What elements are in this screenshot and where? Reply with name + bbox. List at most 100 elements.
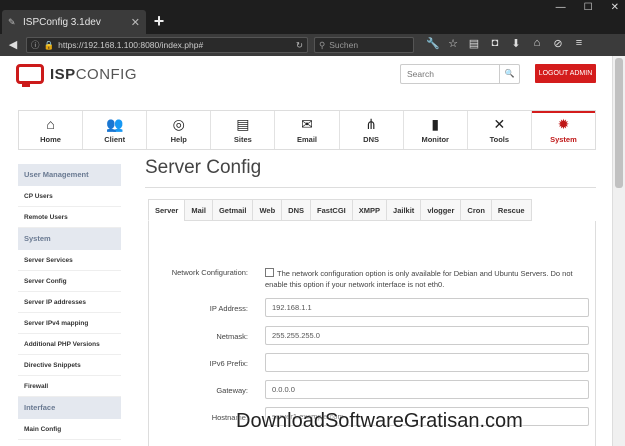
reload-icon[interactable]: ↻ bbox=[296, 40, 303, 51]
tab-mail[interactable]: Mail bbox=[184, 199, 213, 221]
tab-dns[interactable]: DNS bbox=[281, 199, 312, 221]
tab-getmail[interactable]: Getmail bbox=[211, 199, 254, 221]
browser-titlebar: ✎ ISPConfig 3.1dev ✕ + — ☐ ✕ bbox=[0, 0, 625, 34]
sidebar-item-php-versions[interactable]: Additional PHP Versions bbox=[18, 334, 121, 355]
page-scrollbar[interactable] bbox=[612, 56, 625, 446]
module-email[interactable]: ✉ Email bbox=[275, 111, 340, 149]
sidebar-item-firewall[interactable]: Firewall bbox=[18, 376, 121, 397]
netmask-label: Netmask: bbox=[216, 332, 248, 341]
browser-search-placeholder: Suchen bbox=[329, 40, 359, 50]
help-icon: ◎ bbox=[172, 116, 185, 132]
ipv6-prefix-label: IPv6 Prefix: bbox=[209, 359, 248, 368]
module-home[interactable]: ⌂ Home bbox=[19, 111, 84, 149]
browser-tab[interactable]: ✎ ISPConfig 3.1dev ✕ bbox=[2, 10, 146, 34]
module-label: System bbox=[550, 135, 577, 144]
module-label: DNS bbox=[363, 135, 380, 144]
module-label: Client bbox=[104, 135, 126, 144]
module-label: Sites bbox=[233, 135, 252, 144]
maximize-button[interactable]: ☐ bbox=[584, 2, 593, 13]
logout-button[interactable]: LOGOUT ADMIN bbox=[535, 64, 596, 83]
reading-list-icon[interactable]: ▤ bbox=[468, 37, 480, 50]
module-tools[interactable]: ✕ Tools bbox=[468, 111, 532, 149]
sidebar-item-server-services[interactable]: Server Services bbox=[18, 250, 121, 271]
tab-title: ISPConfig 3.1dev bbox=[23, 16, 101, 28]
network-config-description: The network configuration option is only… bbox=[265, 269, 573, 289]
download-icon[interactable]: ⬇ bbox=[510, 37, 522, 50]
logo-text: ISPCONFIG bbox=[50, 65, 138, 83]
ispconfig-logo[interactable]: ISPCONFIG bbox=[16, 64, 138, 87]
config-tabs: Server Mail Getmail Web DNS FastCGI XMPP… bbox=[148, 199, 532, 221]
address-bar[interactable]: ⓘ 🔒 https://192.168.1.100:8080/index.php… bbox=[26, 37, 308, 53]
menu-hamburger-icon[interactable]: ≡ bbox=[573, 37, 585, 50]
sidebar: User Management CP Users Remote Users Sy… bbox=[18, 164, 121, 440]
sidebar-item-remote-users[interactable]: Remote Users bbox=[18, 207, 121, 228]
module-label: Help bbox=[170, 135, 187, 144]
pocket-icon[interactable]: ◘ bbox=[489, 37, 501, 50]
window-controls: — ☐ ✕ bbox=[556, 2, 619, 13]
gateway-label: Gateway: bbox=[216, 386, 248, 395]
tab-jailkit[interactable]: Jailkit bbox=[386, 199, 422, 221]
tab-close-icon[interactable]: ✕ bbox=[131, 16, 140, 29]
module-monitor[interactable]: ▮ Monitor bbox=[404, 111, 468, 149]
monitor-icon: ▮ bbox=[431, 116, 440, 132]
lock-warning-icon[interactable]: 🔒 bbox=[44, 40, 55, 51]
system-icon: ✹ bbox=[557, 116, 570, 132]
module-client[interactable]: 👥 Client bbox=[83, 111, 148, 149]
favicon-icon: ✎ bbox=[8, 17, 16, 27]
search-button[interactable]: 🔍 bbox=[499, 65, 519, 83]
sidebar-item-main-config[interactable]: Main Config bbox=[18, 419, 121, 440]
window-close-button[interactable]: ✕ bbox=[611, 2, 619, 13]
sidebar-item-directive-snippets[interactable]: Directive Snippets bbox=[18, 355, 121, 376]
module-system[interactable]: ✹ System bbox=[531, 111, 595, 149]
bookmark-star-icon[interactable]: ☆ bbox=[447, 37, 459, 50]
sidebar-item-server-config[interactable]: Server Config bbox=[18, 271, 121, 292]
module-sites[interactable]: ▤ Sites bbox=[211, 111, 276, 149]
module-navigation: ⌂ Home 👥 Client ◎ Help ▤ Sites ✉ Email ⋔ DNS ▮… bbox=[18, 110, 596, 150]
search-icon: 🔍 bbox=[504, 69, 515, 78]
module-dns[interactable]: ⋔ DNS bbox=[340, 111, 404, 149]
module-label: Tools bbox=[489, 135, 510, 144]
info-icon[interactable]: ⓘ bbox=[31, 39, 40, 51]
watermark-text: DownloadSoftwareGratisan.com bbox=[236, 410, 523, 432]
tab-vlogger[interactable]: vlogger bbox=[420, 199, 462, 221]
ipv6-prefix-field[interactable] bbox=[265, 353, 589, 372]
new-tab-button[interactable]: + bbox=[150, 12, 168, 30]
logo-mark-icon bbox=[16, 64, 44, 87]
magnifier-icon: ⚲ bbox=[319, 39, 326, 50]
tab-server[interactable]: Server bbox=[148, 199, 186, 221]
sidebar-item-server-ipv4[interactable]: Server IPv4 mapping bbox=[18, 313, 121, 334]
module-label: Monitor bbox=[421, 135, 449, 144]
scrollbar-thumb[interactable] bbox=[615, 58, 623, 188]
email-icon: ✉ bbox=[301, 116, 313, 132]
tab-cron[interactable]: Cron bbox=[460, 199, 492, 221]
tab-fastcgi[interactable]: FastCGI bbox=[310, 199, 353, 221]
ip-address-field[interactable]: 192.168.1.1 bbox=[265, 298, 589, 317]
minimize-button[interactable]: — bbox=[556, 2, 566, 13]
home-browser-icon[interactable]: ⌂ bbox=[531, 37, 543, 50]
tab-xmpp[interactable]: XMPP bbox=[351, 199, 388, 221]
gateway-field[interactable]: 0.0.0.0 bbox=[265, 380, 589, 399]
sites-icon: ▤ bbox=[236, 116, 250, 132]
dns-icon: ⋔ bbox=[365, 116, 377, 132]
site-search-input[interactable] bbox=[401, 65, 499, 83]
tab-web[interactable]: Web bbox=[252, 199, 283, 221]
module-label: Home bbox=[40, 135, 61, 144]
site-search: 🔍 bbox=[400, 64, 520, 84]
browser-navbar: ◀ ⓘ 🔒 https://192.168.1.100:8080/index.p… bbox=[0, 34, 625, 56]
network-config-label: Network Configuration: bbox=[171, 268, 248, 277]
url-text[interactable]: https://192.168.1.100:8080/index.php# bbox=[58, 40, 292, 50]
title-divider bbox=[145, 187, 596, 188]
tab-rescue[interactable]: Rescue bbox=[490, 199, 532, 221]
sidebar-item-cp-users[interactable]: CP Users bbox=[18, 186, 121, 207]
hostname-label: Hostname: bbox=[211, 413, 248, 422]
addon-icon[interactable]: ⊘ bbox=[552, 37, 564, 50]
sidebar-section-interface: Interface bbox=[18, 397, 121, 419]
module-help[interactable]: ◎ Help bbox=[147, 111, 212, 149]
back-arrow-icon[interactable]: ◀ bbox=[4, 38, 22, 51]
sidebar-item-server-ip[interactable]: Server IP addresses bbox=[18, 292, 121, 313]
toolbar-icons: 🔧 ☆ ▤ ◘ ⬇ ⌂ ⊘ ≡ bbox=[426, 37, 585, 50]
netmask-field[interactable]: 255.255.255.0 bbox=[265, 326, 589, 345]
browser-search-bar[interactable]: ⚲ Suchen bbox=[314, 37, 414, 53]
home-icon: ⌂ bbox=[46, 116, 55, 132]
wrench-icon[interactable]: 🔧 bbox=[426, 37, 440, 50]
